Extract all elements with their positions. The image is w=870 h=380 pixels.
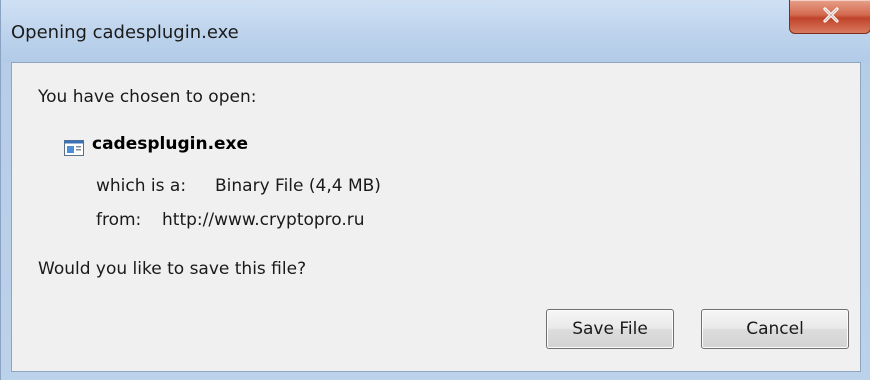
window-title: Opening cadesplugin.exe [11,22,239,43]
file-type-value: Binary File (4,4 MB) [215,176,381,196]
file-name: cadesplugin.exe [92,134,249,154]
download-dialog-window: Opening cadesplugin.exe You have chosen … [0,0,870,380]
save-file-button[interactable]: Save File [546,309,674,349]
intro-text: You have chosen to open: [38,87,257,107]
source-url: http://www.cryptopro.ru [162,210,365,230]
dialog-content: You have chosen to open: cadesplugin.exe… [11,62,861,372]
title-bar[interactable]: Opening cadesplugin.exe [1,0,870,62]
source-label: from: [96,210,142,230]
save-question: Would you like to save this file? [38,259,307,279]
exe-file-icon [64,140,84,156]
file-type-label: which is a: [96,176,187,196]
close-button[interactable] [789,0,870,34]
close-icon [823,7,839,23]
cancel-button[interactable]: Cancel [701,309,849,349]
